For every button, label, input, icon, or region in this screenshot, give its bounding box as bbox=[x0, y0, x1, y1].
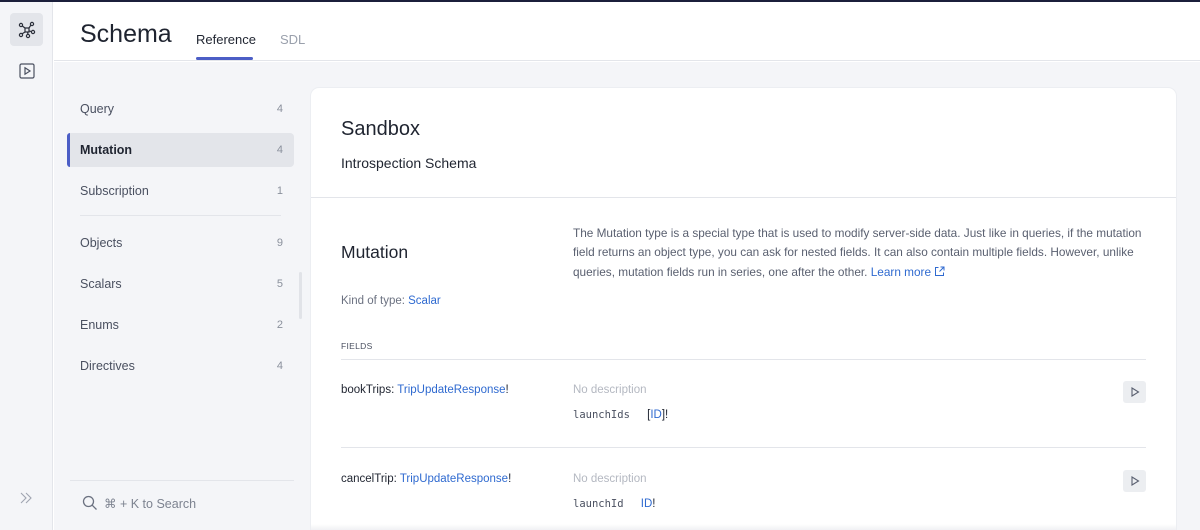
nav-item-count: 2 bbox=[276, 319, 283, 331]
nav-item-label: Objects bbox=[80, 236, 123, 250]
field-argument: launchId ID! bbox=[573, 498, 655, 510]
nav-item-enums[interactable]: Enums 2 bbox=[67, 308, 294, 342]
nav-item-count: 4 bbox=[276, 360, 283, 372]
nav-item-objects[interactable]: Objects 9 bbox=[67, 226, 294, 260]
nav-item-label: Directives bbox=[80, 359, 135, 373]
field-name: cancelTrip bbox=[341, 473, 394, 485]
field-row: cancelTrip: TripUpdateResponse! No descr… bbox=[341, 449, 1146, 530]
play-icon bbox=[1130, 476, 1140, 486]
field-argument: launchIds [ID]! bbox=[573, 409, 668, 421]
nav-item-subscription[interactable]: Subscription 1 bbox=[67, 174, 294, 208]
nav-divider bbox=[80, 215, 281, 216]
expand-rail-button[interactable] bbox=[16, 488, 36, 508]
graph-title: Sandbox bbox=[341, 118, 420, 140]
argument-type-suffix: ]! bbox=[661, 409, 669, 421]
nav-item-label: Scalars bbox=[80, 277, 122, 291]
search-label: ⌘ + K to Search bbox=[104, 496, 197, 511]
scroll-fade bbox=[311, 524, 1176, 530]
argument-type: ID! bbox=[641, 498, 656, 510]
play-square-icon bbox=[18, 62, 35, 79]
run-field-button[interactable] bbox=[1123, 470, 1146, 492]
kind-of-type: Kind of type: Scalar bbox=[341, 295, 441, 307]
field-return-type-link[interactable]: TripUpdateResponse bbox=[397, 384, 505, 396]
tab-reference[interactable]: Reference bbox=[196, 32, 256, 47]
field-nonnull: ! bbox=[508, 473, 512, 485]
explorer-nav-button[interactable] bbox=[10, 54, 43, 87]
nav-item-count: 1 bbox=[276, 185, 283, 197]
search-divider bbox=[70, 480, 294, 481]
nav-item-label: Enums bbox=[80, 318, 119, 332]
argument-type-link[interactable]: ID bbox=[641, 498, 653, 510]
schema-detail-card: Sandbox Introspection Schema Mutation Ki… bbox=[311, 88, 1176, 530]
nav-item-count: 5 bbox=[276, 278, 283, 290]
double-chevron-right-icon bbox=[20, 492, 32, 504]
nav-item-scalars[interactable]: Scalars 5 bbox=[67, 267, 294, 301]
field-row: bookTrips: TripUpdateResponse! No descri… bbox=[341, 360, 1146, 448]
nav-item-label: Subscription bbox=[80, 184, 149, 198]
nav-item-directives[interactable]: Directives 4 bbox=[67, 349, 294, 383]
field-nonnull: ! bbox=[505, 384, 509, 396]
argument-type: [ID]! bbox=[647, 409, 668, 421]
field-description: No description bbox=[573, 473, 647, 485]
nav-scrollbar[interactable] bbox=[299, 272, 302, 319]
nav-item-mutation[interactable]: Mutation 4 bbox=[67, 133, 294, 167]
nav-item-count: 4 bbox=[276, 144, 283, 156]
fields-section-label: FIELDS bbox=[341, 341, 373, 351]
argument-name: launchIds bbox=[573, 409, 630, 421]
kind-label: Kind of type: bbox=[341, 295, 409, 307]
kind-value-link[interactable]: Scalar bbox=[408, 295, 441, 307]
argument-type-suffix: ! bbox=[652, 498, 656, 510]
external-link-icon bbox=[935, 266, 945, 276]
schema-graph-icon bbox=[18, 21, 35, 38]
type-description: The Mutation type is a special type that… bbox=[573, 224, 1148, 282]
field-signature: bookTrips: TripUpdateResponse! bbox=[341, 384, 509, 396]
field-description: No description bbox=[573, 384, 647, 396]
field-return-type-link[interactable]: TripUpdateResponse bbox=[400, 473, 508, 485]
run-field-button[interactable] bbox=[1123, 381, 1146, 403]
nav-item-query[interactable]: Query 4 bbox=[67, 92, 294, 126]
field-signature: cancelTrip: TripUpdateResponse! bbox=[341, 473, 512, 485]
tab-sdl[interactable]: SDL bbox=[280, 32, 305, 47]
nav-item-count: 4 bbox=[276, 103, 283, 115]
nav-item-count: 9 bbox=[276, 237, 283, 249]
schema-type-nav: Query 4 Mutation 4 Subscription 1 Object… bbox=[67, 92, 294, 390]
page-title: Schema bbox=[80, 20, 172, 48]
type-name: Mutation bbox=[341, 242, 409, 262]
active-tab-indicator bbox=[196, 57, 253, 60]
nav-item-label: Query bbox=[80, 102, 115, 116]
learn-more-label: Learn more bbox=[870, 264, 932, 279]
page-header: Schema Reference SDL bbox=[54, 2, 1200, 61]
argument-name: launchId bbox=[573, 498, 624, 510]
learn-more-link[interactable]: Learn more bbox=[871, 265, 945, 279]
schema-nav-button[interactable] bbox=[10, 13, 43, 46]
nav-item-label: Mutation bbox=[80, 143, 133, 157]
search-button[interactable]: ⌘ + K to Search bbox=[82, 495, 196, 511]
field-name: bookTrips bbox=[341, 384, 392, 396]
description-text: The Mutation type is a special type that… bbox=[573, 226, 1142, 279]
card-header: Sandbox Introspection Schema bbox=[311, 88, 1176, 198]
graph-subtitle: Introspection Schema bbox=[341, 155, 477, 171]
left-rail bbox=[0, 2, 53, 530]
play-icon bbox=[1130, 387, 1140, 397]
search-icon bbox=[82, 495, 97, 510]
argument-type-link[interactable]: ID bbox=[650, 409, 662, 421]
